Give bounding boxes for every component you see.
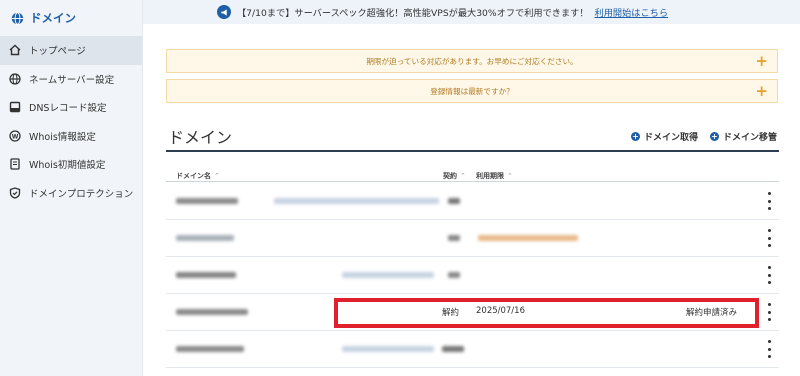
sort-icon[interactable]: ⌃ — [460, 172, 466, 180]
announcement-banner: 【7/10まで】サーバースペック超強化！高性能VPSが最大30%オフで利用できま… — [143, 0, 800, 24]
redacted-expiry — [478, 235, 578, 241]
sidebar-item-nameserver[interactable]: ネームサーバー設定 — [0, 65, 142, 94]
sidebar-item-label: ネームサーバー設定 — [29, 74, 115, 86]
alert-registration[interactable]: 登録情報は最新ですか？ + — [166, 79, 778, 103]
page-title: ドメイン — [168, 128, 233, 147]
svg-text:W: W — [12, 133, 19, 140]
sort-icon[interactable]: ⌃ — [507, 172, 513, 180]
redacted-contract — [448, 272, 460, 278]
transfer-domain-label: ドメイン移管 — [722, 133, 777, 143]
redacted-domain — [176, 235, 234, 241]
alert-text: 登録情報は最新ですか？ — [430, 86, 514, 96]
redacted-domain — [176, 309, 248, 315]
sidebar-item-top[interactable]: トップページ — [0, 36, 142, 65]
alert-text: 期限が迫っている対応があります。お早めにご対応ください。 — [366, 56, 578, 66]
sort-icon[interactable]: ⌃ — [214, 172, 220, 180]
table-row[interactable] — [166, 183, 779, 220]
table-row[interactable] — [166, 220, 779, 257]
sidebar-item-label: トップページ — [29, 46, 86, 58]
title-divider — [166, 150, 779, 152]
acquire-domain-button[interactable]: + ドメイン取得 — [630, 130, 698, 143]
globe-icon — [9, 73, 21, 85]
shield-icon — [9, 187, 21, 199]
sidebar-header[interactable]: ドメイン — [0, 0, 142, 36]
table-row[interactable] — [166, 331, 779, 368]
expand-icon[interactable]: + — [755, 83, 768, 99]
more-menu-icon[interactable] — [765, 266, 773, 284]
redacted-domain — [176, 272, 236, 278]
acquire-domain-label: ドメイン取得 — [643, 133, 698, 143]
redacted-text — [274, 198, 439, 204]
whois-icon: W — [9, 130, 21, 142]
more-menu-icon[interactable] — [765, 192, 773, 210]
sidebar-item-label: Whois情報設定 — [29, 131, 96, 143]
banner-text: 【7/10まで】サーバースペック超強化！高性能VPSが最大30%オフで利用できま… — [237, 8, 589, 19]
sidebar-item-label: Whois初期値設定 — [29, 160, 106, 172]
plus-circle-icon: + — [709, 132, 719, 141]
header-divider — [166, 181, 779, 182]
redacted-contract — [442, 346, 464, 352]
document-icon — [9, 158, 21, 170]
redacted-domain — [176, 346, 244, 352]
home-icon — [9, 44, 21, 56]
server-icon — [9, 101, 21, 113]
column-header-contract[interactable]: 契約 ⌃ — [443, 171, 466, 181]
transfer-domain-button[interactable]: + ドメイン移管 — [709, 130, 777, 143]
sidebar-title: ドメイン — [30, 11, 76, 25]
redacted-contract — [448, 235, 460, 241]
more-menu-icon[interactable] — [765, 229, 773, 247]
globe-icon — [11, 11, 24, 25]
sidebar-item-whois-default[interactable]: Whois初期値設定 — [0, 150, 142, 179]
sidebar-item-dns[interactable]: DNSレコード設定 — [0, 93, 142, 122]
sidebar-item-protection[interactable]: ドメインプロテクション — [0, 179, 142, 208]
expand-icon[interactable]: + — [755, 53, 768, 69]
highlight-box — [334, 298, 759, 328]
banner-link[interactable]: 利用開始はこちら — [595, 5, 669, 19]
sidebar: ドメイン トップページ ネームサーバー設定 DNSレコード設定 W Whois情… — [0, 0, 143, 376]
sidebar-item-label: DNSレコード設定 — [29, 103, 107, 115]
column-header-domain[interactable]: ドメイン名 ⌃ — [176, 171, 220, 181]
redacted-text — [342, 272, 434, 278]
more-menu-icon[interactable] — [765, 303, 773, 321]
sidebar-item-whois[interactable]: W Whois情報設定 — [0, 122, 142, 151]
table-row[interactable] — [166, 257, 779, 294]
more-menu-icon[interactable] — [765, 340, 773, 358]
alert-deadline[interactable]: 期限が迫っている対応があります。お早めにご対応ください。 + — [166, 49, 778, 73]
sidebar-item-label: ドメインプロテクション — [29, 188, 134, 200]
redacted-contract — [448, 198, 460, 204]
redacted-text — [342, 346, 434, 352]
redacted-domain — [176, 198, 238, 204]
plus-circle-icon: + — [630, 132, 640, 141]
column-header-expiry[interactable]: 利用期限 ⌃ — [476, 171, 513, 181]
megaphone-icon — [217, 5, 231, 19]
domain-actions: + ドメイン取得 + ドメイン移管 — [619, 130, 777, 143]
